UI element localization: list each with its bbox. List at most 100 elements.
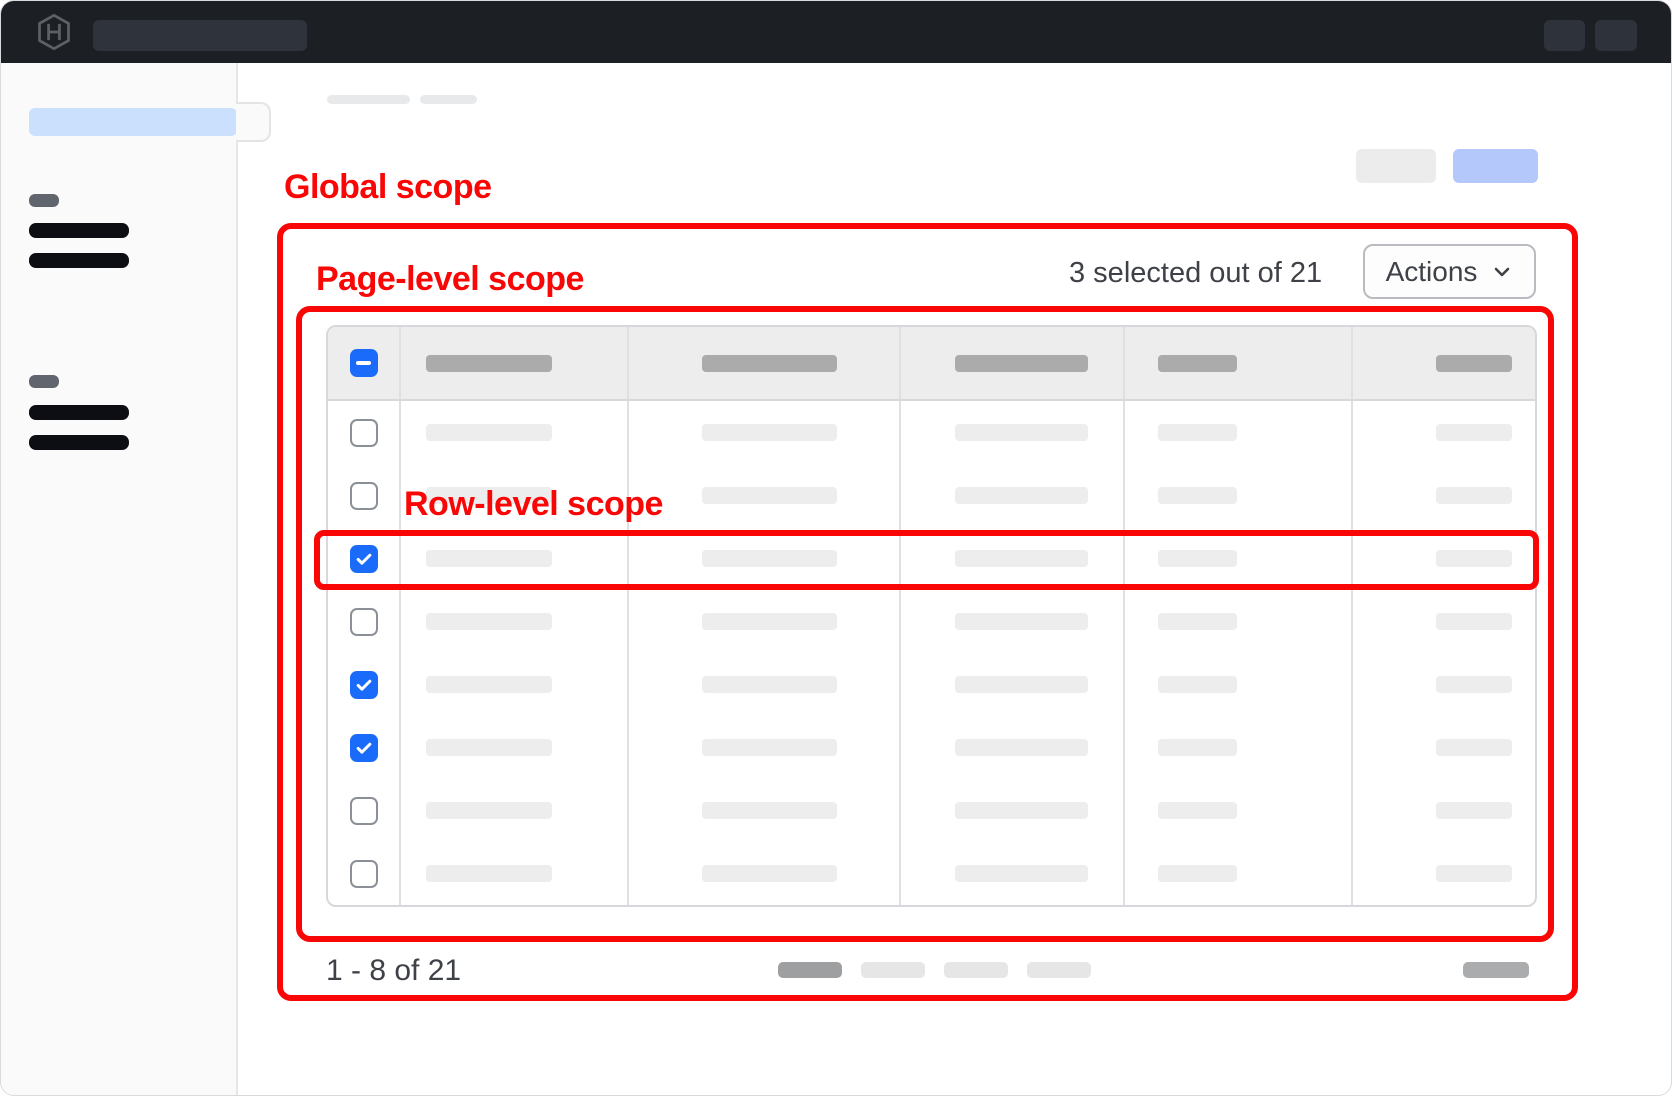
cell-skeleton	[702, 487, 837, 504]
row-cell	[629, 590, 901, 653]
pagination-next-skeleton[interactable]	[1463, 962, 1529, 978]
cell-skeleton	[1158, 802, 1237, 819]
row-cell	[1353, 842, 1535, 905]
row-cell-select	[328, 590, 401, 653]
pagination-page-skeleton[interactable]	[1027, 962, 1091, 978]
row-checkbox[interactable]	[350, 671, 378, 699]
cell-skeleton	[702, 739, 837, 756]
breadcrumb-skeleton[interactable]	[327, 95, 410, 104]
table-row[interactable]	[328, 779, 1535, 842]
row-cell-select	[328, 716, 401, 779]
sidebar-toggle-notch[interactable]	[236, 102, 271, 142]
row-cell	[1353, 779, 1535, 842]
cell-skeleton	[1436, 865, 1512, 882]
row-checkbox[interactable]	[350, 545, 378, 573]
primary-button-skeleton[interactable]	[1453, 149, 1538, 183]
cell-skeleton	[426, 676, 552, 693]
row-cell	[401, 716, 629, 779]
row-cell	[401, 590, 629, 653]
page-scope-label: Page-level scope	[316, 260, 584, 298]
sidebar-item-skeleton[interactable]	[29, 253, 129, 268]
actions-dropdown-button[interactable]: Actions	[1363, 244, 1536, 299]
row-cell	[629, 653, 901, 716]
cell-skeleton	[1158, 613, 1237, 630]
pagination-page-skeleton[interactable]	[778, 962, 842, 978]
cell-skeleton	[426, 739, 552, 756]
sidebar-item-skeleton[interactable]	[29, 435, 129, 450]
header-cell	[629, 327, 901, 399]
selection-summary: 3 selected out of 21	[1069, 256, 1322, 290]
table-row[interactable]	[328, 716, 1535, 779]
cell-skeleton	[1436, 676, 1512, 693]
actions-button-label: Actions	[1386, 256, 1478, 288]
row-cell-select	[328, 653, 401, 716]
topbar-help-skeleton[interactable]	[1544, 20, 1585, 51]
secondary-button-skeleton[interactable]	[1356, 149, 1436, 183]
row-checkbox[interactable]	[350, 734, 378, 762]
cell-skeleton	[426, 424, 552, 441]
column-header-skeleton	[955, 355, 1088, 372]
row-checkbox[interactable]	[350, 419, 378, 447]
column-header-skeleton	[426, 355, 552, 372]
row-cell	[1353, 464, 1535, 527]
sidebar-item-skeleton[interactable]	[29, 223, 129, 238]
row-cell	[629, 716, 901, 779]
row-cell	[901, 401, 1125, 464]
row-cell	[401, 527, 629, 590]
row-checkbox[interactable]	[350, 482, 378, 510]
cell-skeleton	[955, 739, 1088, 756]
cell-skeleton	[426, 802, 552, 819]
chevron-down-icon	[1491, 261, 1513, 283]
row-cell	[901, 716, 1125, 779]
column-header-skeleton	[702, 355, 837, 372]
breadcrumb-skeleton[interactable]	[420, 95, 477, 104]
table-row[interactable]	[328, 401, 1535, 464]
row-cell	[629, 401, 901, 464]
checkmark-icon	[354, 675, 374, 695]
table-row[interactable]	[328, 842, 1535, 905]
cell-skeleton	[702, 802, 837, 819]
row-cell	[1125, 464, 1353, 527]
cell-skeleton	[1436, 802, 1512, 819]
pagination-page-skeleton[interactable]	[944, 962, 1008, 978]
global-search-skeleton[interactable]	[93, 20, 307, 51]
header-cell	[401, 327, 629, 399]
row-cell	[1125, 716, 1353, 779]
row-checkbox[interactable]	[350, 797, 378, 825]
sidebar-item-active-skeleton[interactable]	[29, 108, 237, 136]
row-checkbox[interactable]	[350, 860, 378, 888]
row-cell	[629, 842, 901, 905]
topbar-user-skeleton[interactable]	[1595, 20, 1637, 51]
cell-skeleton	[955, 487, 1088, 504]
sidebar-section-label-skeleton	[29, 375, 59, 388]
row-cell	[1353, 716, 1535, 779]
app-window: 3 selected out of 21 Actions	[0, 0, 1672, 1096]
indeterminate-dash-icon	[356, 361, 371, 365]
row-cell-select	[328, 842, 401, 905]
row-cell	[1125, 401, 1353, 464]
row-cell	[1353, 590, 1535, 653]
cell-skeleton	[1436, 487, 1512, 504]
select-all-checkbox[interactable]	[350, 349, 378, 377]
row-cell	[901, 653, 1125, 716]
pagination-page-skeleton[interactable]	[861, 962, 925, 978]
cell-skeleton	[426, 550, 552, 567]
row-checkbox[interactable]	[350, 608, 378, 636]
table-row[interactable]	[328, 653, 1535, 716]
row-cell	[1125, 779, 1353, 842]
sidebar	[1, 63, 238, 1096]
table-row[interactable]	[328, 527, 1535, 590]
checkmark-icon	[354, 738, 374, 758]
column-header-skeleton	[1436, 355, 1512, 372]
cell-skeleton	[1158, 424, 1237, 441]
row-cell	[901, 779, 1125, 842]
table-row[interactable]	[328, 590, 1535, 653]
row-cell	[401, 779, 629, 842]
row-cell	[401, 653, 629, 716]
sidebar-item-skeleton[interactable]	[29, 405, 129, 420]
topbar	[1, 1, 1672, 63]
cell-skeleton	[702, 676, 837, 693]
header-cell	[1353, 327, 1535, 399]
cell-skeleton	[955, 802, 1088, 819]
cell-skeleton	[1436, 424, 1512, 441]
